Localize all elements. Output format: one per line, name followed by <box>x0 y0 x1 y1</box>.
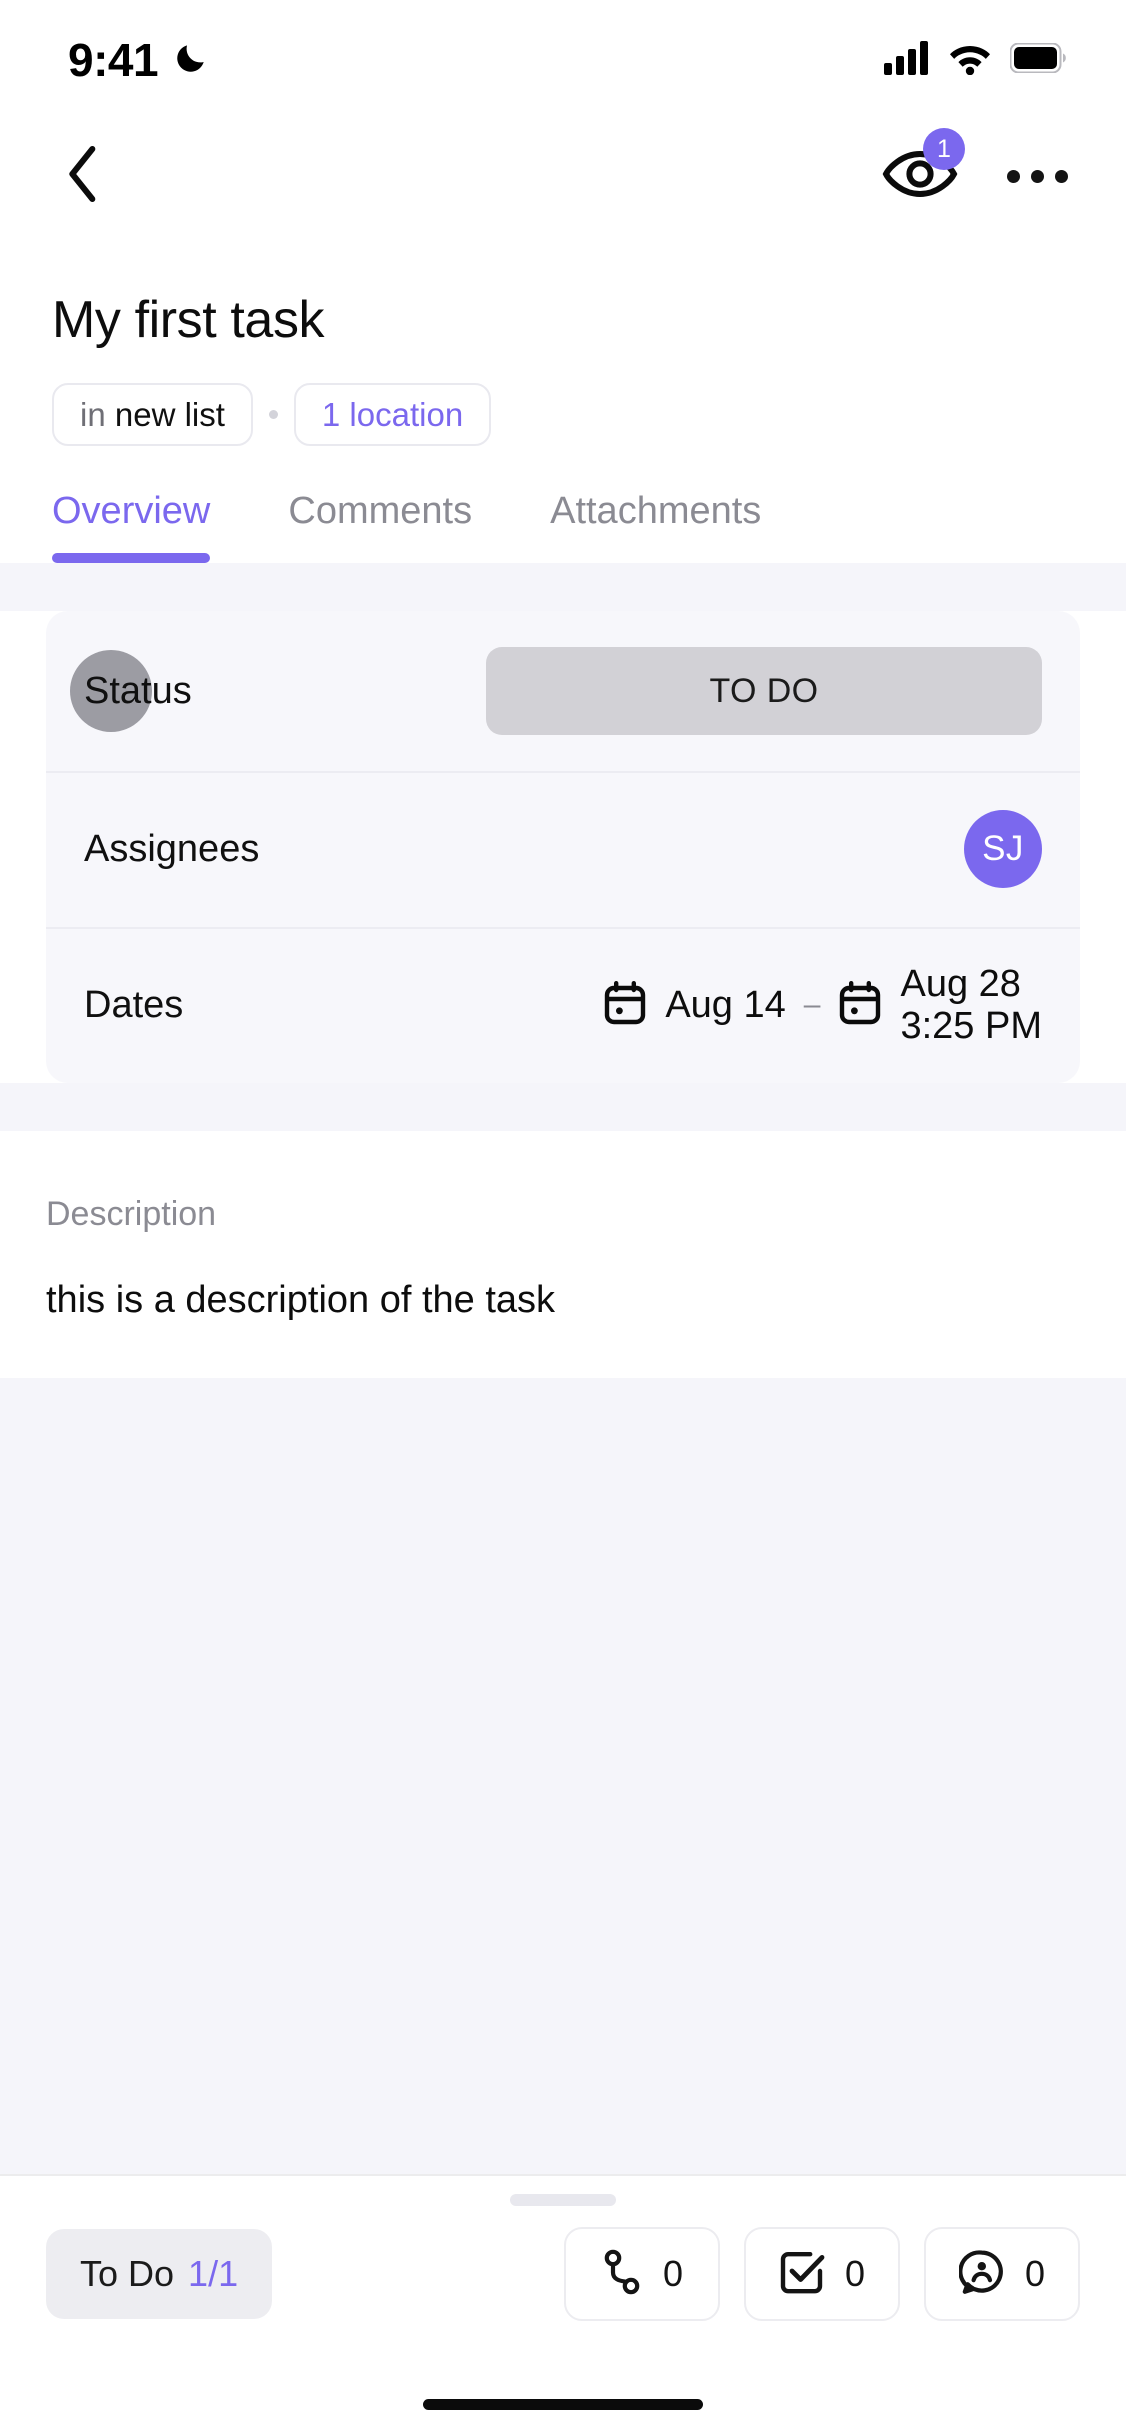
page-title: My first task <box>52 291 325 349</box>
list-pill-name: new list <box>114 396 225 434</box>
more-options-button[interactable] <box>1001 152 1074 201</box>
tab-comments-label: Comments <box>288 490 473 533</box>
battery-icon <box>1009 42 1066 78</box>
moon-icon <box>172 39 210 82</box>
back-button[interactable] <box>44 136 124 216</box>
dates-separator: – <box>803 988 821 1022</box>
card-bottom-gap <box>0 1083 1126 1132</box>
relationships-button[interactable]: 0 <box>564 2227 720 2321</box>
dates-label: Dates <box>84 983 184 1026</box>
description-label: Description <box>46 1195 217 1234</box>
status-value-chip[interactable]: TO DO <box>486 647 1042 736</box>
chevron-left-icon <box>64 144 104 209</box>
tab-comments[interactable]: Comments <box>288 490 472 563</box>
description-spacer <box>0 1325 1126 1378</box>
end-date-item[interactable]: Aug 28 3:25 PM <box>838 963 1042 1048</box>
description-section[interactable]: Description this is a description of the… <box>0 1131 1126 1326</box>
status-row[interactable]: Status TO DO <box>46 611 1080 771</box>
end-date-time: 3:25 PM <box>900 1005 1042 1048</box>
wifi-icon <box>948 41 992 80</box>
dates-value: Aug 14 – Aug 28 3:25 PM <box>603 963 1042 1048</box>
overview-content: Status TO DO Assignees SJ Dates Aug 14 –… <box>0 563 1126 2174</box>
todo-status-chip[interactable]: To Do 1/1 <box>46 2229 273 2319</box>
location-pill-label: 1 location <box>321 396 464 434</box>
mention-comment-icon <box>958 2249 1005 2300</box>
home-indicator-area <box>0 2372 1126 2436</box>
task-detail-screen: 9:41 1 My first task in new list 1 locat… <box>0 0 1126 2436</box>
drag-handle[interactable] <box>510 2194 616 2206</box>
calendar-icon <box>838 980 882 1031</box>
relationships-count: 0 <box>662 2253 684 2294</box>
bottom-action-bar: To Do 1/1 0 0 0 <box>0 2174 1126 2372</box>
assignees-label: Assignees <box>84 827 260 870</box>
status-label: Status <box>84 669 192 712</box>
assignees-row[interactable]: Assignees SJ <box>46 771 1080 927</box>
todo-chip-count: 1/1 <box>188 2253 239 2294</box>
todo-chip-label: To Do <box>80 2253 175 2294</box>
end-date-label: Aug 28 3:25 PM <box>900 963 1042 1048</box>
list-pill[interactable]: in new list <box>52 383 253 447</box>
checklist-button[interactable]: 0 <box>744 2227 900 2321</box>
list-pill-prefix: in <box>80 396 106 434</box>
navigation-bar: 1 <box>0 120 1126 232</box>
task-header: My first task in new list 1 location <box>0 232 1126 447</box>
fields-card: Status TO DO Assignees SJ Dates Aug 14 –… <box>46 611 1080 1084</box>
location-pill[interactable]: 1 location <box>293 383 492 447</box>
navigation-actions: 1 <box>879 128 1074 208</box>
status-bar-left: 9:41 <box>68 33 210 87</box>
content-filler <box>0 1377 1126 2174</box>
description-text[interactable]: this is a description of the task <box>46 1276 1080 1325</box>
tab-bar: Overview Comments Attachments <box>0 446 1126 564</box>
status-bar: 9:41 <box>0 0 1126 120</box>
breadcrumb-separator-dot <box>268 410 278 420</box>
start-date-label: Aug 14 <box>665 983 786 1026</box>
status-bar-right <box>884 40 1066 80</box>
status-value-label: TO DO <box>709 671 819 710</box>
checklist-icon <box>779 2249 825 2300</box>
watchers-badge: 1 <box>923 128 965 170</box>
calendar-icon <box>603 980 647 1031</box>
content-top-gap <box>0 563 1126 612</box>
breadcrumb: in new list 1 location <box>52 383 1074 447</box>
checklist-count: 0 <box>844 2253 866 2294</box>
avatar[interactable]: SJ <box>964 810 1042 889</box>
avatar-initials: SJ <box>982 829 1024 869</box>
dates-row[interactable]: Dates Aug 14 – Aug 28 3:25 PM <box>46 927 1080 1083</box>
quick-action-group: 0 0 0 <box>564 2227 1080 2321</box>
home-indicator[interactable] <box>423 2398 703 2410</box>
status-bar-clock: 9:41 <box>68 34 159 86</box>
tab-overview-label: Overview <box>52 490 211 533</box>
tab-attachments-label: Attachments <box>550 490 762 533</box>
status-label-wrap: Status <box>70 650 192 733</box>
cellular-signal-icon <box>884 40 930 80</box>
start-date-item[interactable]: Aug 14 <box>603 980 786 1031</box>
tab-overview[interactable]: Overview <box>52 490 211 564</box>
relationship-icon <box>601 2248 643 2301</box>
ellipsis-icon <box>1007 169 1020 183</box>
tab-attachments[interactable]: Attachments <box>550 490 761 563</box>
mentions-button[interactable]: 0 <box>924 2227 1080 2321</box>
mentions-count: 0 <box>1024 2253 1046 2294</box>
fields-card-container: Status TO DO Assignees SJ Dates Aug 14 –… <box>0 611 1126 1084</box>
end-date-day: Aug 28 <box>900 962 1021 1005</box>
watchers-button[interactable]: 1 <box>879 128 965 208</box>
